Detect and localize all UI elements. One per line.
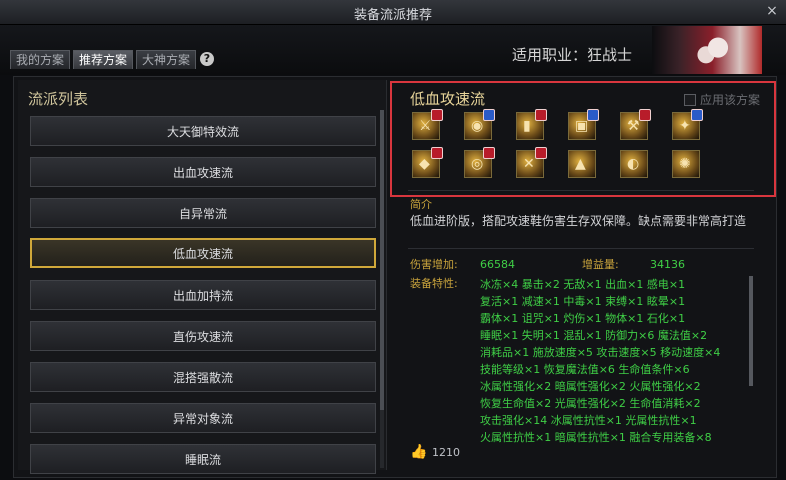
- trait-line: 睡眠×1 失明×1 混乱×1 防御力×6 魔法值×2: [480, 329, 708, 342]
- belt-icon[interactable]: ⚒: [620, 109, 651, 140]
- magic-stone-icon[interactable]: ✺: [672, 150, 700, 178]
- weapon-icon[interactable]: ⚔: [412, 109, 443, 140]
- list-item[interactable]: 大天御特效流: [30, 116, 376, 146]
- shoulder-icon[interactable]: ▣: [568, 109, 599, 140]
- traits-label: 装备特性:: [410, 277, 458, 290]
- trait-line: 冰属性强化×2 暗属性强化×2 火属性强化×2: [480, 380, 701, 393]
- intro-label: 简介: [410, 198, 432, 211]
- like-bar: 👍 1210: [410, 444, 460, 460]
- trait-line: 消耗品×1 施放速度×5 攻击速度×5 移动速度×4: [480, 346, 721, 359]
- wand-icon[interactable]: ◉: [464, 109, 495, 140]
- tab-bar: 我的方案 推荐方案 大神方案: [10, 50, 197, 70]
- list-item[interactable]: 睡眠流: [30, 444, 376, 474]
- thumbs-up-icon[interactable]: 👍: [410, 444, 427, 460]
- coat-icon[interactable]: ▮: [516, 109, 547, 140]
- list-scrollbar[interactable]: [380, 110, 384, 468]
- shoes-icon[interactable]: ▲: [568, 150, 596, 178]
- list-item[interactable]: 异常对象流: [30, 403, 376, 433]
- divider: [408, 248, 754, 249]
- trait-line: 冰冻×4 暴击×2 无敌×1 出血×1 感电×1: [480, 278, 686, 291]
- necklace-icon[interactable]: ◎: [464, 147, 495, 178]
- list-scroll-thumb[interactable]: [380, 110, 384, 410]
- job-label: 适用职业：狂战士: [512, 46, 633, 64]
- trait-line: 恢复生命值×2 光属性强化×2 生命值消耗×2: [480, 397, 701, 410]
- list-item[interactable]: 混搭强散流: [30, 362, 376, 392]
- traits-list: 冰冻×4 暴击×2 无敌×1 出血×1 感电×1 复活×1 减速×1 中毒×1 …: [480, 276, 720, 446]
- gain-label: 增益量:: [582, 258, 619, 271]
- trait-line: 攻击强化×14 冰属性抗性×1 光属性抗性×1: [480, 414, 697, 427]
- pants-icon[interactable]: ✦: [672, 109, 703, 140]
- list-item[interactable]: 出血加持流: [30, 280, 376, 310]
- list-item[interactable]: 出血攻速流: [30, 157, 376, 187]
- checkbox-box[interactable]: [684, 93, 696, 106]
- gain-value: 34136: [650, 258, 685, 271]
- divider: [408, 190, 754, 191]
- trait-line: 霸体×1 诅咒×1 灼伤×1 物体×1 石化×1: [480, 312, 686, 325]
- list-item[interactable]: 直伤攻速流: [30, 321, 376, 351]
- help-icon[interactable]: ?: [200, 52, 214, 66]
- earring-icon[interactable]: ◐: [620, 150, 648, 178]
- title-bar: 装备流派推荐 ×: [0, 0, 786, 25]
- apply-plan-label: 应用该方案: [700, 93, 761, 107]
- apply-plan-checkbox[interactable]: 应用该方案: [684, 91, 760, 108]
- like-count: 1210: [432, 445, 460, 459]
- trait-line: 技能等级×1 恢复魔法值×6 生命值条件×6: [480, 363, 690, 376]
- scheme-title: 低血攻速流: [410, 90, 486, 108]
- traits-scroll-thumb[interactable]: [749, 276, 753, 386]
- tab-expert-plans[interactable]: 大神方案: [136, 50, 197, 69]
- list-title: 流派列表: [28, 90, 89, 108]
- traits-scrollbar[interactable]: [749, 276, 753, 386]
- intro-text: 低血进阶版，搭配攻速鞋伤害生存双保障。缺点需要非常高打造: [410, 214, 747, 228]
- list-item[interactable]: 自异常流: [30, 198, 376, 228]
- tab-my-plans[interactable]: 我的方案: [10, 50, 71, 69]
- trait-line: 火属性抗性×1 暗属性抗性×1 融合专用装备×8: [480, 431, 712, 444]
- damage-label: 伤害增加:: [410, 258, 458, 271]
- tab-recommended[interactable]: 推荐方案: [73, 50, 134, 69]
- window-title: 装备流派推荐: [353, 8, 432, 23]
- close-button[interactable]: ×: [764, 3, 780, 19]
- ring-icon[interactable]: ✕: [516, 147, 547, 178]
- damage-value: 66584: [480, 258, 515, 271]
- list-item-selected[interactable]: 低血攻速流: [30, 238, 376, 268]
- character-portrait: [652, 26, 762, 74]
- trait-line: 复活×1 减速×1 中毒×1 束缚×1 眩晕×1: [480, 295, 686, 308]
- bracelet-icon[interactable]: ◆: [412, 147, 443, 178]
